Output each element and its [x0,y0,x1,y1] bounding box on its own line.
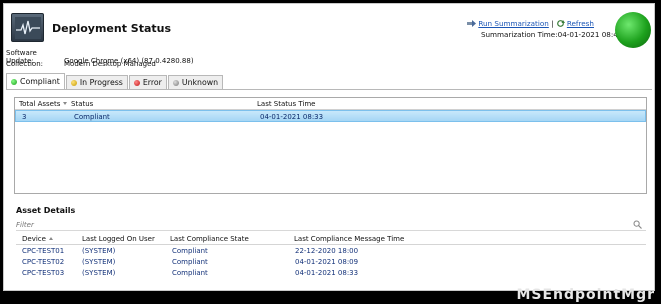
yellow-status-icon [70,79,77,86]
run-summarization-link[interactable]: Run Summarization [478,19,549,28]
cell-time: 04-01-2021 08:33 [295,269,359,277]
red-status-icon [133,79,140,86]
overall-status-indicator [615,12,651,48]
cell-total-assets: 3 [22,113,27,121]
table-row[interactable]: CPC-TEST01 (SYSTEM) Compliant 22-12-2020… [16,245,646,256]
tab-compliant[interactable]: Compliant [6,73,65,89]
tab-label: In Progress [79,78,123,87]
cell-state: Compliant [172,269,208,277]
table-row[interactable]: CPC-TEST02 (SYSTEM) Compliant 04-01-2021… [16,256,646,267]
column-header-last-compliance-message-time[interactable]: Last Compliance Message Time [294,235,404,243]
summarization-time: Summarization Time:04-01-2021 08:49:07 [480,30,634,39]
header-actions: Run Summarization | Refresh [467,19,594,28]
cell-time: 22-12-2020 18:00 [295,247,359,255]
column-header-status[interactable]: Status [71,100,93,108]
watermark: MSEndpointMgr [516,287,655,303]
link-separator: | [551,19,554,28]
asset-details-grid: Device Last Logged On User Last Complian… [16,233,646,290]
column-header-last-logged-on-user[interactable]: Last Logged On User [82,235,155,243]
sort-asc-icon [48,237,53,240]
run-summarization-icon [467,20,477,27]
cell-state: Compliant [172,247,208,255]
column-header-total-assets[interactable]: Total Assets [19,100,68,108]
deployment-status-window: Deployment Status Software Update: Google… [3,3,655,291]
summary-grid-header: Total Assets Status Last Status Time [15,98,646,110]
refresh-link[interactable]: Refresh [567,19,594,28]
asset-grid-header: Device Last Logged On User Last Complian… [16,233,646,245]
table-row[interactable]: 3 Compliant 04-01-2021 08:33 [15,110,646,122]
cell-device: CPC-TEST02 [22,258,65,266]
summary-grid: Total Assets Status Last Status Time 3 C… [14,97,647,194]
tab-divider [6,89,652,90]
tab-label: Error [142,78,162,87]
tab-label: Compliant [20,77,60,86]
status-tabs: Compliant In Progress Error Unknown [6,73,224,89]
tab-label: Unknown [181,78,219,87]
column-header-last-compliance-state[interactable]: Last Compliance State [170,235,249,243]
column-header-last-status-time[interactable]: Last Status Time [257,100,315,108]
page-title: Deployment Status [52,22,172,35]
cell-status: Compliant [74,113,110,121]
sort-desc-icon [63,102,68,105]
filter-bar [16,220,646,231]
column-header-device[interactable]: Device [22,235,53,243]
tab-error[interactable]: Error [128,75,167,89]
gray-status-icon [172,79,179,86]
collection-info: Collection: Modern Desktop Managed [6,60,156,68]
cell-user: (SYSTEM) [82,258,116,266]
search-icon[interactable] [633,220,642,229]
tab-unknown[interactable]: Unknown [167,75,224,89]
cell-device: CPC-TEST01 [22,247,65,255]
cell-state: Compliant [172,258,208,266]
cell-last-status-time: 04-01-2021 08:33 [260,113,324,121]
refresh-icon [556,20,565,27]
asset-details-label: Asset Details [16,206,76,215]
cell-user: (SYSTEM) [82,247,116,255]
collection-value: Modern Desktop Managed [64,60,156,68]
table-row[interactable]: CPC-TEST03 (SYSTEM) Compliant 04-01-2021… [16,267,646,278]
monitoring-app-icon [11,13,44,42]
collection-label: Collection: [6,60,43,68]
tab-in-progress[interactable]: In Progress [65,75,128,89]
cell-time: 04-01-2021 08:09 [295,258,359,266]
cell-user: (SYSTEM) [82,269,116,277]
green-status-icon [11,78,17,85]
filter-input[interactable] [16,221,616,229]
cell-device: CPC-TEST03 [22,269,65,277]
